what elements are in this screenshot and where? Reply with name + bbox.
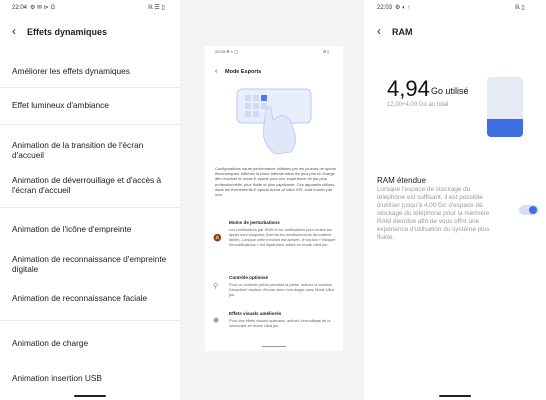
back-arrow-icon[interactable]: ‹ (377, 24, 381, 38)
home-indicator[interactable] (439, 395, 471, 397)
hand-phone-illustration-icon (236, 88, 312, 155)
divider (0, 124, 180, 125)
menu-item-icone-empreinte[interactable]: Animation de l'icône d'empreinte (12, 224, 172, 234)
feature-title: Effets visuels améliorés (229, 311, 282, 316)
menu-item-charge[interactable]: Animation de charge (12, 338, 172, 348)
ram-usage-fill (487, 119, 523, 137)
inner-page-title: Mode Esports (225, 69, 262, 75)
ram-etendue-desc: Lorsque l'espace de stockage du téléphon… (377, 186, 490, 241)
menu-item-effet-lumineux[interactable]: Effet lumineux d'ambiance (12, 100, 172, 110)
menu-item-usb[interactable]: Animation insertion USB (12, 373, 172, 383)
menu-item-ameliorer[interactable]: Améliorer les effets dynamiques (12, 66, 172, 76)
page-title: Effets dynamiques (27, 27, 108, 37)
inner-home-indicator (262, 346, 286, 347)
ram-used-value: 4,94 (387, 76, 430, 101)
status-bar: 22:03 ⚙ ◐ ↑ (377, 4, 411, 12)
status-right-icons: ℝ ☰ ▯ (148, 5, 165, 11)
status-icons: ⚙ ✉ ⊳ G (30, 5, 56, 11)
menu-item-deverrouillage[interactable]: Animation de déverrouillage et d'accès à… (12, 175, 172, 195)
ram-used-unit: Go utilisé (431, 86, 469, 96)
feature-desc: Les notifications par SMS et les notific… (229, 227, 336, 247)
home-indicator[interactable] (74, 395, 106, 397)
toggle-knob (529, 206, 537, 214)
back-arrow-icon[interactable]: ‹ (12, 24, 16, 38)
feature-desc: Pour des effets visuels optimaux, active… (229, 318, 331, 328)
ram-etendue-toggle[interactable] (519, 205, 539, 215)
menu-item-transition-ecran[interactable]: Animation de la transition de l'écran d'… (12, 140, 172, 160)
divider (0, 320, 180, 321)
status-icons: ⚙ ◐ ↑ (395, 5, 411, 11)
esports-description: Configurations haute performance utilisé… (215, 166, 336, 198)
divider (0, 87, 180, 88)
inner-status-bar: 22:03 ⚙ ◐ ▢ (215, 49, 238, 54)
touch-control-icon: ⚲ (213, 283, 219, 290)
menu-item-reconnaissance-empreinte[interactable]: Animation de reconnaissance d'empreinte … (12, 254, 172, 274)
status-time: 22:03 (377, 4, 393, 11)
menu-item-reconnaissance-faciale[interactable]: Animation de reconnaissance faciale (12, 293, 172, 303)
feature-desc: Pour un contrôle précis pendant la parti… (229, 282, 334, 297)
inner-status-time: 22:03 (215, 49, 226, 54)
page-title: RAM (392, 27, 413, 37)
back-arrow-icon[interactable]: ‹ (215, 68, 217, 75)
mode-esports-screen: 22:03 ⚙ ◐ ▢ ℝ ▯ ‹ Mode Esports Configura… (205, 46, 343, 351)
ram-usage-gauge (487, 77, 523, 137)
inner-status-right: ℝ ▯ (323, 49, 330, 54)
status-right-icons: ℝ ▯ (515, 5, 525, 11)
eye-icon: ◉ (213, 317, 220, 324)
effets-dynamiques-screen: 22:04 ⚙ ✉ ⊳ G ℝ ☰ ▯ ‹ Effets dynamiques … (0, 0, 180, 400)
divider (0, 207, 180, 208)
bell-off-icon: 🔕 (213, 235, 222, 242)
feature-title: Contrôle optimisé (229, 275, 269, 280)
inner-status-icons: ⚙ ◐ ▢ (226, 49, 239, 54)
ram-total: 12,00+4,00 Go au total (387, 102, 449, 108)
ram-etendue-title: RAM étendue (377, 176, 426, 185)
feature-title: Moins de perturbations (229, 220, 280, 225)
status-time: 22:04 (12, 4, 28, 11)
status-bar: 22:04 ⚙ ✉ ⊳ G (12, 4, 56, 12)
